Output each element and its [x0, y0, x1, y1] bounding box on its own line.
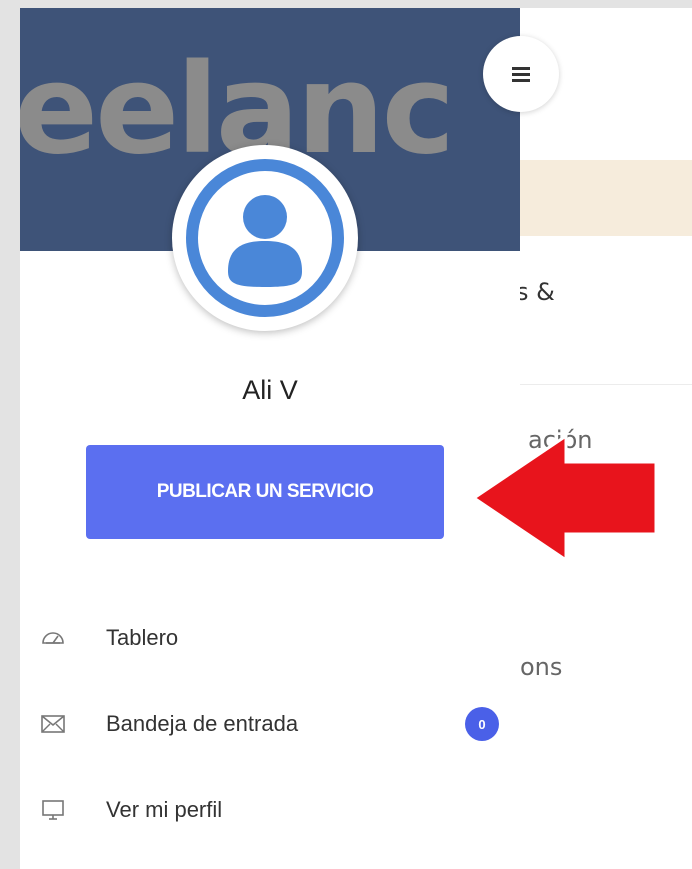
menu-item-view-profile[interactable]: Ver mi perfil — [20, 780, 520, 840]
menu-item-inbox[interactable]: Bandeja de entrada 0 — [20, 694, 520, 754]
red-arrow-annotation — [471, 433, 658, 563]
hamburger-icon — [512, 67, 530, 82]
menu-item-dashboard[interactable]: Tablero — [20, 608, 520, 668]
avatar[interactable] — [172, 145, 358, 331]
menu-item-label: Tablero — [106, 625, 179, 650]
background-text-fragment: s & — [516, 278, 555, 306]
side-drawer: eelanc Ali V PUBLICAR UN SERVICIO Tabler… — [20, 8, 520, 869]
inbox-count-badge: 0 — [465, 707, 499, 741]
user-name: Ali V — [242, 375, 298, 405]
user-avatar-icon — [186, 159, 344, 317]
hamburger-menu-button[interactable] — [483, 36, 559, 112]
menu-item-label: Bandeja de entrada — [106, 711, 299, 736]
background-text-fragment: ons — [520, 653, 563, 681]
menu-item-label: Ver mi perfil — [106, 797, 223, 822]
publish-service-button[interactable]: PUBLICAR UN SERVICIO — [86, 445, 444, 539]
monitor-icon — [42, 800, 64, 820]
envelope-icon — [41, 715, 65, 733]
dashboard-icon — [42, 632, 64, 644]
background-divider — [520, 384, 692, 385]
